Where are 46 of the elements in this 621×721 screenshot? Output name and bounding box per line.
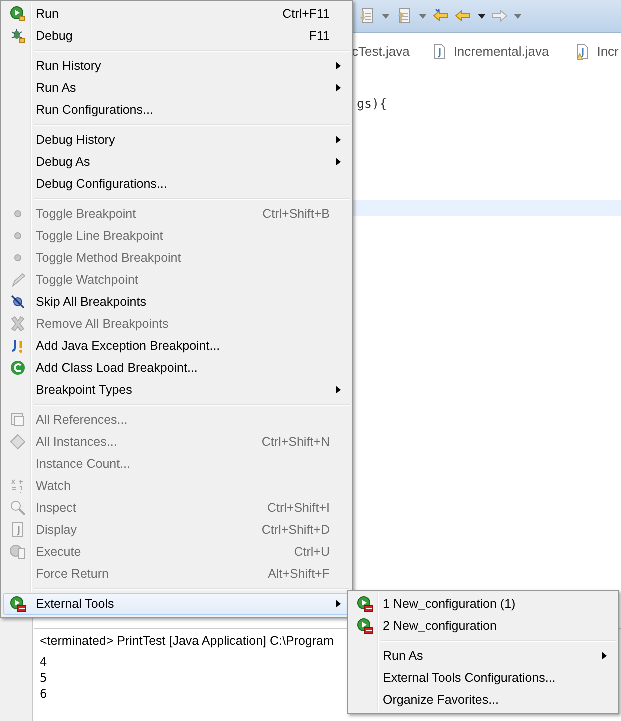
- code-line: gs){: [357, 96, 388, 111]
- menu-item[interactable]: Debug History: [3, 129, 350, 151]
- next-annotation-icon[interactable]: [360, 8, 376, 24]
- menu-item[interactable]: Run As: [3, 77, 350, 99]
- external-tools-icon: [357, 618, 373, 634]
- menu-item[interactable]: Run Configurations...: [3, 99, 350, 121]
- run-icon: [10, 6, 26, 22]
- diamond-icon: [10, 434, 26, 450]
- console-output-line: 5: [40, 670, 48, 686]
- menu-item[interactable]: Skip All Breakpoints: [3, 291, 350, 313]
- bug-icon: [10, 28, 26, 44]
- menu-item[interactable]: External Tools Configurations...: [350, 667, 616, 689]
- menu-item[interactable]: Add Java Exception Breakpoint...: [3, 335, 350, 357]
- execute-icon: [10, 544, 26, 560]
- magnifier-icon: [10, 500, 26, 516]
- editor-tab[interactable]: Incr: [597, 42, 619, 62]
- remove-x-icon: [10, 316, 26, 332]
- forward-arrow-icon[interactable]: [492, 8, 508, 24]
- menu-item[interactable]: 1 New_configuration (1): [350, 593, 616, 615]
- watch-expression-icon: [10, 478, 26, 494]
- menu-item[interactable]: Debug As: [3, 151, 350, 173]
- dropdown-caret-icon[interactable]: [478, 14, 486, 18]
- last-edit-icon[interactable]: [433, 8, 449, 24]
- menu-item[interactable]: Add Class Load Breakpoint...: [3, 357, 350, 379]
- back-arrow-icon[interactable]: [455, 8, 472, 24]
- console-output-line: 6: [40, 686, 48, 702]
- editor-tab[interactable]: Incremental.java: [454, 42, 550, 62]
- menu-item[interactable]: Organize Favorites...: [350, 689, 616, 711]
- class-load-icon: [10, 360, 26, 376]
- document-icon: [10, 522, 26, 538]
- crossed-breakpoint-icon: [10, 294, 26, 310]
- menu-item[interactable]: Debug F11: [3, 25, 350, 47]
- external-tools-icon: [10, 596, 26, 612]
- previous-annotation-icon[interactable]: [396, 8, 412, 24]
- console-output-line: 4: [40, 654, 48, 670]
- external-tools-icon: [357, 596, 373, 612]
- menu-item[interactable]: Breakpoint Types: [3, 379, 350, 401]
- menu-item[interactable]: Debug Configurations...: [3, 173, 350, 195]
- references-icon: [10, 412, 26, 428]
- java-file-icon: [434, 44, 446, 60]
- menu-item[interactable]: Run Ctrl+F11: [3, 3, 350, 25]
- pencil-icon: [10, 272, 26, 288]
- menu-item[interactable]: Run History: [3, 55, 350, 77]
- java-file-icon: [577, 44, 590, 60]
- menu-item[interactable]: External Tools: [3, 593, 350, 615]
- editor-tab[interactable]: cTest.java: [352, 42, 410, 62]
